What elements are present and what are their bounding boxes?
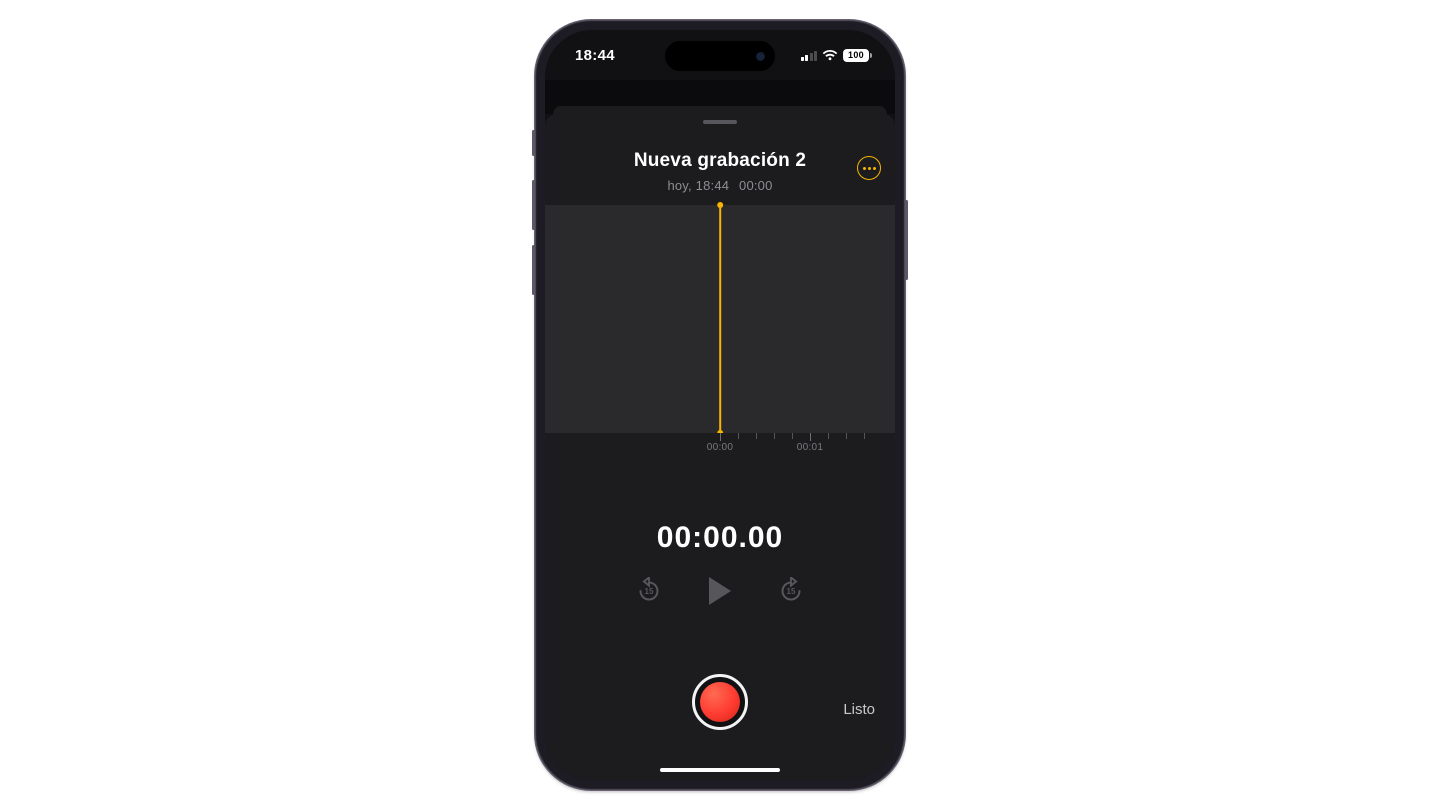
background-sheet-peek	[545, 80, 895, 114]
recording-subtitle-time: hoy, 18:44	[667, 178, 729, 193]
dynamic-island	[665, 41, 775, 71]
wifi-icon	[822, 49, 838, 61]
timeline-ruler[interactable]: 00:00 00:01	[545, 433, 895, 463]
battery-level: 100	[848, 50, 864, 60]
done-button[interactable]: Listo	[843, 701, 875, 718]
record-button[interactable]	[692, 674, 748, 730]
phone-frame: 18:44 100	[535, 20, 905, 790]
elapsed-timer: 00:00.00	[545, 521, 895, 555]
recording-sheet: Nueva grabación 2 hoy, 18:44 00:00	[545, 114, 895, 780]
recording-subtitle-duration: 00:00	[739, 178, 773, 193]
cellular-icon	[801, 50, 818, 61]
home-indicator[interactable]	[660, 768, 780, 772]
ellipsis-icon	[863, 167, 876, 170]
status-time: 18:44	[575, 47, 615, 64]
record-icon	[700, 682, 740, 722]
playhead-top-dot-icon	[717, 202, 723, 208]
play-button[interactable]	[709, 577, 731, 605]
device-screen: 18:44 100	[545, 30, 895, 780]
recording-subtitle: hoy, 18:44 00:00	[561, 178, 879, 193]
skip-back-15-button[interactable]: 15	[635, 577, 663, 605]
volume-up-button[interactable]	[532, 180, 535, 230]
skip-back-seconds: 15	[635, 577, 663, 605]
sheet-grabber[interactable]	[703, 120, 737, 124]
transport-controls: 15 15	[545, 577, 895, 605]
playhead[interactable]	[719, 205, 721, 433]
battery-indicator: 100	[843, 49, 869, 62]
status-right: 100	[801, 49, 870, 62]
skip-forward-15-button[interactable]: 15	[777, 577, 805, 605]
recording-header: Nueva grabación 2 hoy, 18:44 00:00	[545, 126, 895, 205]
volume-down-button[interactable]	[532, 245, 535, 295]
ruler-tick-0: 00:00	[707, 442, 734, 453]
bottom-bar: Listo	[545, 635, 895, 780]
more-options-button[interactable]	[857, 156, 881, 180]
recording-title[interactable]: Nueva grabación 2	[561, 150, 879, 172]
front-camera-icon	[756, 52, 765, 61]
stage: 18:44 100	[0, 0, 1440, 810]
waveform-canvas[interactable]	[545, 205, 895, 433]
side-button[interactable]	[905, 200, 908, 280]
mute-switch[interactable]	[532, 130, 535, 156]
waveform-area[interactable]: 00:00 00:01	[545, 205, 895, 463]
ruler-tick-1: 00:01	[797, 442, 824, 453]
skip-forward-seconds: 15	[777, 577, 805, 605]
